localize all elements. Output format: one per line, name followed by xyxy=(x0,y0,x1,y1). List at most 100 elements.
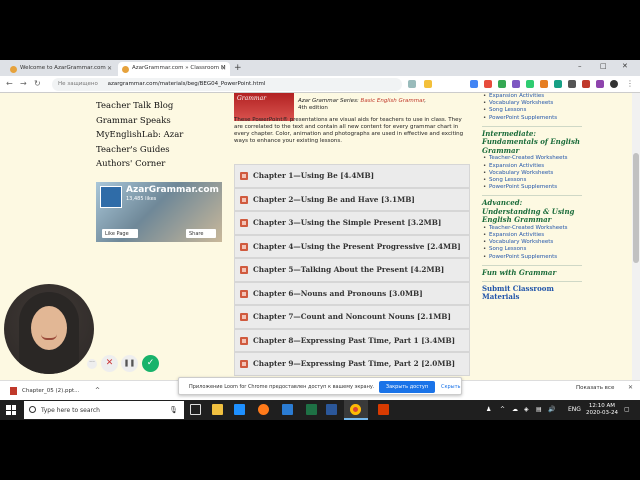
loom-cancel-button[interactable]: ✕ xyxy=(101,355,118,372)
chapter-row[interactable]: Chapter 7—Count and Noncount Nouns [2.1M… xyxy=(234,305,470,329)
extension-icon[interactable] xyxy=(540,80,548,88)
nav-link-teachers-guides[interactable]: Teacher's Guides xyxy=(96,143,183,158)
minimize-button[interactable]: – xyxy=(578,62,582,70)
chrome-taskbar-button[interactable] xyxy=(344,400,368,420)
loom-pause-button[interactable]: ❚❚ xyxy=(121,355,138,372)
sidebar-link[interactable]: Expansion Activities xyxy=(482,232,582,239)
nav-link-teacher-talk-blog[interactable]: Teacher Talk Blog xyxy=(96,99,183,114)
forward-icon[interactable]: → xyxy=(20,79,27,88)
chapter-link[interactable]: Chapter 9—Expressing Past Time, Part 2 [… xyxy=(253,359,455,368)
download-item[interactable]: Chapter_05 (2).ppt... ^ xyxy=(6,384,104,398)
onedrive-icon[interactable]: ☁ xyxy=(512,406,518,413)
extension-icon[interactable] xyxy=(498,80,506,88)
nav-link-myenglishlab[interactable]: MyEnglishLab: Azar xyxy=(96,128,183,143)
fun-with-grammar-link[interactable]: Fun with Grammar xyxy=(482,264,582,278)
extension-icon[interactable] xyxy=(568,80,576,88)
close-shelf-icon[interactable]: ✕ xyxy=(628,384,633,391)
sidebar-link[interactable]: Song Lessons xyxy=(482,246,582,253)
loom-more-button[interactable]: ··· xyxy=(87,359,97,369)
chapter-link[interactable]: Chapter 5—Talking About the Present [4.2… xyxy=(253,265,444,274)
loom-finish-button[interactable]: ✓ xyxy=(142,355,159,372)
security-indicator[interactable]: Не защищено xyxy=(58,81,98,87)
page-scrollbar[interactable] xyxy=(632,93,640,380)
translate-icon[interactable] xyxy=(408,80,416,88)
show-all-downloads-button[interactable]: Показать все xyxy=(576,385,614,391)
menu-icon[interactable]: ⋮ xyxy=(626,79,634,88)
tray-expand-icon[interactable]: ^ xyxy=(500,406,505,413)
firefox-icon[interactable] xyxy=(258,404,269,415)
sidebar-link[interactable]: PowerPoint Supplements xyxy=(482,115,582,122)
extension-icon[interactable] xyxy=(526,80,534,88)
file-explorer-icon[interactable] xyxy=(212,404,223,415)
reload-icon[interactable]: ↻ xyxy=(34,79,41,88)
extension-icon[interactable] xyxy=(484,80,492,88)
sidebar-link[interactable]: Vocabulary Worksheets xyxy=(482,239,582,246)
windows-start-icon[interactable] xyxy=(6,405,16,415)
sidebar-link[interactable]: PowerPoint Supplements xyxy=(482,184,582,191)
powerpoint-taskbar-icon[interactable] xyxy=(378,404,389,415)
sidebar-link[interactable]: Expansion Activities xyxy=(482,163,582,170)
chapter-link[interactable]: Chapter 6—Nouns and Pronouns [3.0MB] xyxy=(253,289,423,298)
people-icon[interactable]: ♟ xyxy=(486,406,491,413)
close-tab-icon[interactable]: ✕ xyxy=(221,65,226,72)
chapter-link[interactable]: Chapter 2—Using Be and Have [3.1MB] xyxy=(253,195,415,204)
chapter-link[interactable]: Chapter 8—Expressing Past Time, Part 1 [… xyxy=(253,336,455,345)
stop-sharing-button[interactable]: Закрыть доступ xyxy=(379,381,435,393)
chapter-row[interactable]: Chapter 1—Using Be [4.4MB] xyxy=(234,164,470,188)
dropbox-icon[interactable]: ◈ xyxy=(524,406,529,413)
tab-classroom[interactable]: AzarGrammar.com » Classroom M ✕ xyxy=(118,62,230,76)
notifications-icon[interactable]: ▢ xyxy=(624,406,630,413)
extension-icon[interactable] xyxy=(512,80,520,88)
extension-icon[interactable] xyxy=(554,80,562,88)
excel-icon[interactable] xyxy=(306,404,317,415)
network-icon[interactable]: ▤ xyxy=(536,406,542,413)
language-indicator[interactable]: ENG xyxy=(568,406,581,413)
nav-link-authors-corner[interactable]: Authors' Corner xyxy=(96,157,183,172)
scrollbar-thumb[interactable] xyxy=(633,153,639,263)
chapter-row[interactable]: Chapter 3—Using the Simple Present [3.2M… xyxy=(234,211,470,235)
store-icon[interactable] xyxy=(234,404,245,415)
volume-icon[interactable]: 🔊 xyxy=(548,406,555,413)
submit-materials-link[interactable]: Submit Classroom Materials xyxy=(482,281,582,301)
bookmark-star-icon[interactable] xyxy=(424,80,432,88)
extension-icon[interactable] xyxy=(596,80,604,88)
chapter-row[interactable]: Chapter 2—Using Be and Have [3.1MB] xyxy=(234,187,470,211)
loom-icon[interactable] xyxy=(582,80,590,88)
sidebar-link[interactable]: Song Lessons xyxy=(482,177,582,184)
chapter-link[interactable]: Chapter 1—Using Be [4.4MB] xyxy=(253,171,374,180)
clock[interactable]: 12:10 AM 2020-03-24 xyxy=(586,403,618,417)
url-field[interactable]: Не защищено azargrammar.com/materials/be… xyxy=(52,78,402,91)
sidebar-link[interactable]: Vocabulary Worksheets xyxy=(482,100,582,107)
webcam-bubble[interactable] xyxy=(4,284,94,374)
sidebar-link[interactable]: Teacher-Created Worksheets xyxy=(482,225,582,232)
hide-notice-button[interactable]: Скрыть xyxy=(441,384,461,390)
chapter-row[interactable]: Chapter 4—Using the Present Progressive … xyxy=(234,234,470,258)
sidebar-link[interactable]: Vocabulary Worksheets xyxy=(482,170,582,177)
sidebar-link[interactable]: PowerPoint Supplements xyxy=(482,254,582,261)
back-icon[interactable]: ← xyxy=(6,79,13,88)
sidebar-link[interactable]: Song Lessons xyxy=(482,107,582,114)
facebook-page-title[interactable]: AzarGrammar.com xyxy=(126,185,219,195)
advanced-heading[interactable]: Advanced: Understanding & Using English … xyxy=(482,195,582,225)
microphone-icon[interactable]: 🎙 xyxy=(169,406,178,414)
facebook-widget[interactable]: AzarGrammar.com 13,485 likes Like Page S… xyxy=(96,182,222,242)
close-window-button[interactable]: ✕ xyxy=(622,62,628,70)
extension-icon[interactable] xyxy=(470,80,478,88)
sidebar-link[interactable]: Expansion Activities xyxy=(482,93,582,100)
like-page-button[interactable]: Like Page xyxy=(102,229,138,238)
taskbar-search-input[interactable]: Type here to search 🎙 xyxy=(24,401,184,419)
task-view-icon[interactable] xyxy=(190,404,201,415)
tab-welcome[interactable]: Welcome to AzarGrammar.com ✕ xyxy=(6,62,116,76)
sidebar-link[interactable]: Teacher-Created Worksheets xyxy=(482,155,582,162)
chapter-link[interactable]: Chapter 3—Using the Simple Present [3.2M… xyxy=(253,218,441,227)
nav-link-grammar-speaks[interactable]: Grammar Speaks xyxy=(96,114,183,129)
close-tab-icon[interactable]: ✕ xyxy=(107,65,112,72)
chapter-link[interactable]: Chapter 7—Count and Noncount Nouns [2.1M… xyxy=(253,312,451,321)
chapter-row[interactable]: Chapter 9—Expressing Past Time, Part 2 [… xyxy=(234,352,470,376)
new-tab-button[interactable]: + xyxy=(234,63,242,73)
mail-icon[interactable] xyxy=(282,404,293,415)
chapter-row[interactable]: Chapter 6—Nouns and Pronouns [3.0MB] xyxy=(234,281,470,305)
maximize-button[interactable]: □ xyxy=(600,62,607,70)
profile-avatar-icon[interactable] xyxy=(610,80,618,88)
chapter-link[interactable]: Chapter 4—Using the Present Progressive … xyxy=(253,242,461,251)
